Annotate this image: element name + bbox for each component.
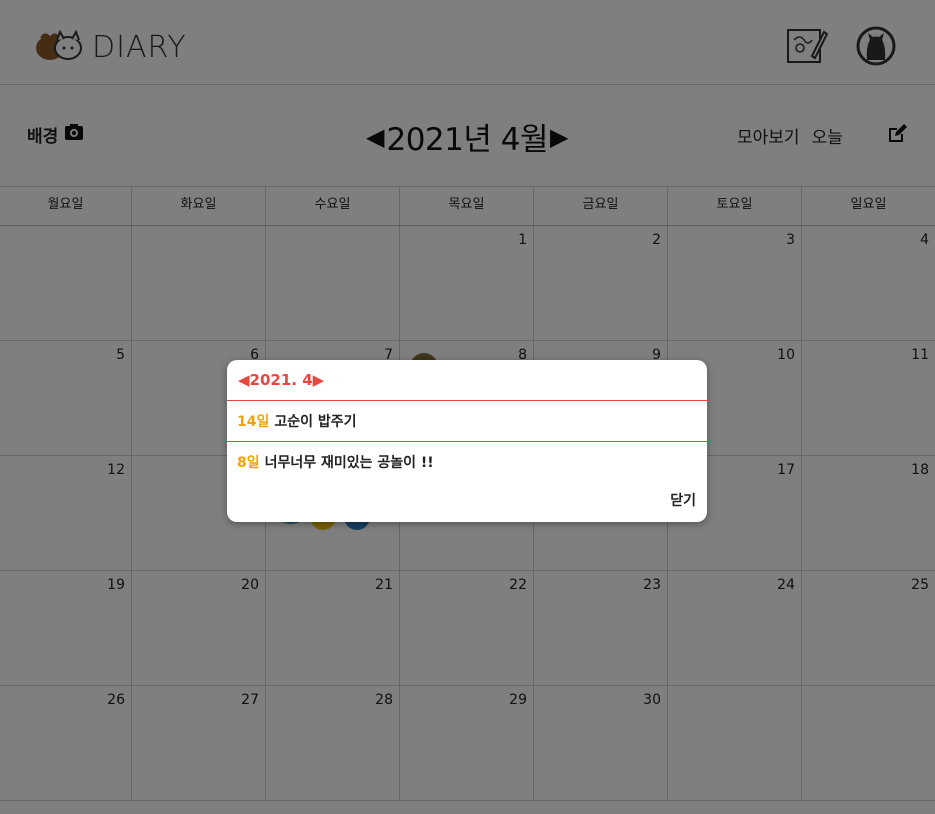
entry-title: 너무너무 재미있는 공놀이 !!: [264, 455, 434, 471]
entry-date: 14일: [237, 414, 270, 430]
entry-date: 8일: [237, 455, 260, 471]
diary-entry[interactable]: 14일 고순이 밥주기: [227, 401, 707, 442]
entry-title: 고순이 밥주기: [274, 414, 357, 430]
month-entries-modal: ◀ 2021. 4 ▶ 14일 고순이 밥주기 8일 너무너무 재미있는 공놀이…: [227, 360, 707, 522]
modal-header: ◀ 2021. 4 ▶: [227, 360, 707, 401]
modal-next-month-button[interactable]: ▶: [313, 371, 325, 389]
diary-entry[interactable]: 8일 너무너무 재미있는 공놀이 !!: [227, 442, 707, 482]
modal-prev-month-button[interactable]: ◀: [238, 371, 250, 389]
close-button[interactable]: 닫기: [670, 490, 696, 510]
modal-title: 2021. 4: [249, 371, 313, 389]
diary-app: DIARY 배경: [0, 0, 935, 814]
